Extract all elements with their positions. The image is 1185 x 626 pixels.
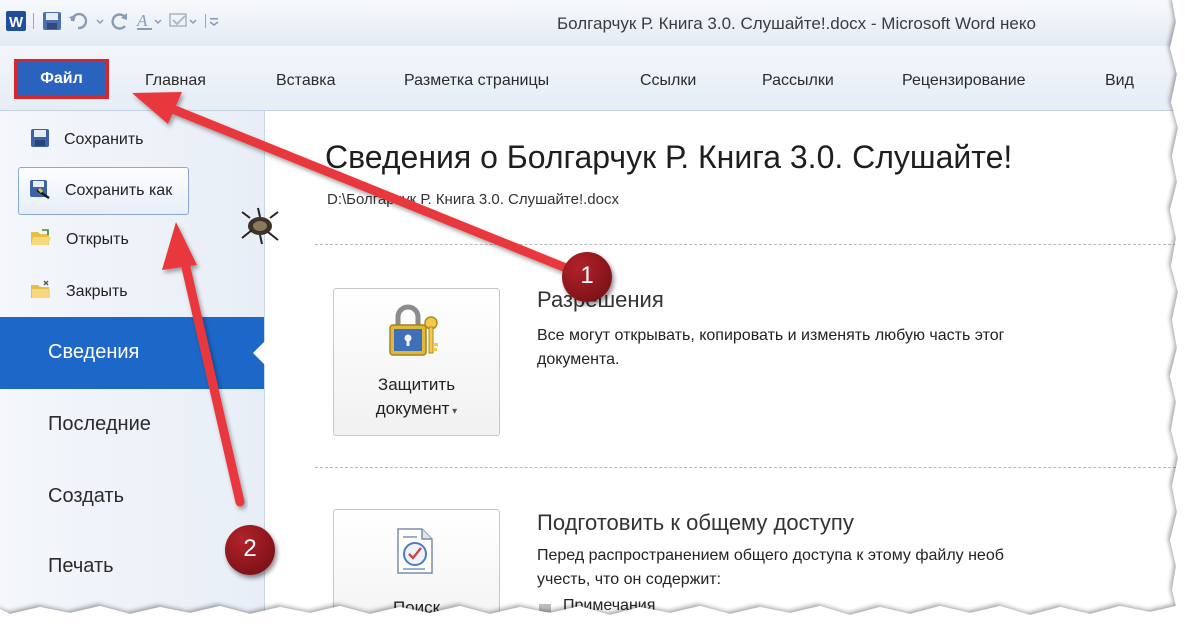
save-as-command[interactable]: Сохранить как [18, 167, 190, 215]
separator-icon [32, 11, 36, 36]
prepare-text-2: учесть, что он содержит: [537, 571, 722, 588]
lock-key-icon [386, 303, 442, 366]
step-badge-2: 2 [225, 525, 275, 575]
close-command[interactable]: Закрыть [30, 271, 128, 313]
close-folder-icon [30, 280, 52, 305]
save-as-command-label: Сохранить как [65, 182, 173, 199]
undo-icon[interactable] [68, 11, 90, 36]
nav-new-label: Создать [48, 485, 125, 507]
spelling-check-icon[interactable] [168, 11, 198, 36]
inspect-button-line1: Поиск [392, 598, 441, 616]
nav-print-label: Печать [48, 555, 114, 577]
tab-mailings[interactable]: Рассылки [762, 72, 834, 90]
nav-recent-label: Последние [48, 413, 151, 435]
protect-button-line1: Защитить [377, 375, 456, 394]
save-icon [30, 128, 50, 153]
protect-document-button[interactable]: Защитить документ ▾ [333, 288, 500, 436]
tab-insert[interactable]: Вставка [276, 72, 335, 90]
ribbon-tabs: Главная Вставка Разметка страницы Ссылки… [0, 46, 1176, 111]
svg-text:W: W [9, 14, 24, 31]
title-bar: W A Болгарчук Р. Книга 3.0. Слушайте!.do… [0, 0, 1176, 46]
tab-review[interactable]: Рецензирование [902, 72, 1026, 90]
divider [315, 244, 1176, 245]
chevron-down-icon: ▾ [449, 406, 458, 417]
text-color-icon[interactable]: A [136, 11, 162, 36]
nav-recent[interactable]: Последние [0, 389, 264, 461]
prepare-text-1: Перед распространением общего доступа к … [537, 547, 1004, 564]
save-command[interactable]: Сохранить [30, 119, 144, 161]
open-folder-icon [30, 228, 52, 253]
inspect-document-icon [390, 526, 440, 581]
window-title: Болгарчук Р. Книга 3.0. Слушайте!.docx -… [557, 14, 1036, 33]
tab-file[interactable]: Файл [14, 59, 109, 99]
close-command-label: Закрыть [66, 283, 128, 300]
tab-file-label: Файл [40, 70, 83, 87]
word-window: W A Болгарчук Р. Книга 3.0. Слушайте!.do… [0, 0, 1176, 616]
word-app-icon[interactable]: W [6, 10, 26, 36]
document-path: D:\Болгарчук Р. Книга 3.0. Слушайте!.doc… [327, 191, 619, 208]
tab-home[interactable]: Главная [145, 72, 206, 90]
tab-view[interactable]: Вид [1105, 72, 1134, 90]
save-as-icon [29, 179, 51, 204]
save-command-label: Сохранить [64, 131, 144, 148]
tab-page-layout[interactable]: Разметка страницы [404, 72, 549, 90]
step-badge-1: 1 [562, 252, 612, 302]
nav-info[interactable]: Сведения [0, 317, 265, 389]
divider [315, 467, 1176, 468]
nav-info-label: Сведения [48, 341, 140, 363]
quick-access-toolbar: W A [6, 10, 220, 36]
bullet-marker [539, 604, 551, 612]
prepare-title: Подготовить к общему доступу [537, 510, 854, 535]
info-panel: Сведения о Болгарчук Р. Книга 3.0. Слуша… [265, 111, 1176, 616]
protect-button-line2: документ ▾ [375, 399, 458, 418]
active-indicator [253, 341, 265, 365]
page-title: Сведения о Болгарчук Р. Книга 3.0. Слуша… [325, 139, 1013, 175]
inspect-document-button[interactable]: Поиск [333, 509, 500, 616]
prepare-bullet-1: Примечания [563, 597, 656, 614]
nav-new[interactable]: Создать [0, 461, 264, 533]
permissions-text-2: документа. [537, 351, 620, 368]
save-icon[interactable] [42, 11, 62, 36]
tab-references[interactable]: Ссылки [640, 72, 696, 90]
redo-icon[interactable] [110, 11, 130, 36]
customize-toolbar-icon[interactable] [204, 11, 220, 36]
permissions-text-1: Все могут открывать, копировать и изменя… [537, 327, 1005, 344]
chevron-down-icon[interactable] [96, 11, 104, 36]
open-command[interactable]: Открыть [30, 219, 129, 261]
svg-text:A: A [136, 11, 148, 30]
open-command-label: Открыть [66, 231, 129, 248]
